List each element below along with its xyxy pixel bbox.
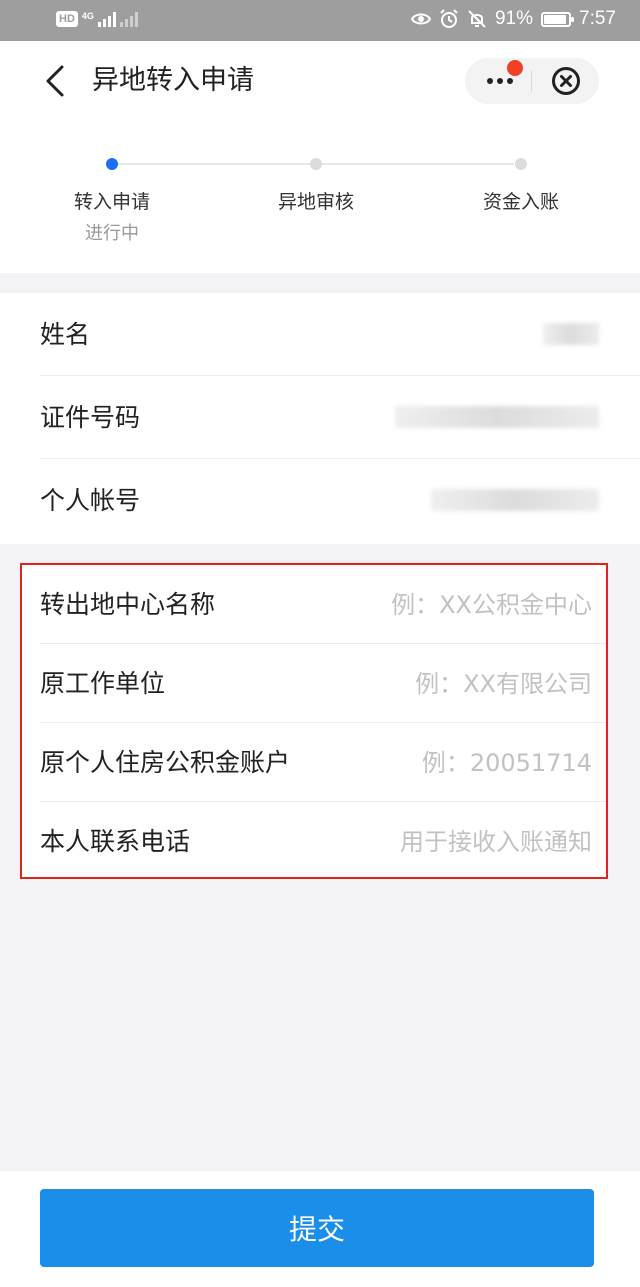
step-label: 转入申请 [73,191,150,213]
step-connector [118,163,310,165]
source-center-input[interactable] [312,585,592,625]
alarm-icon [440,9,458,28]
former-employer-input[interactable] [312,664,592,704]
back-button[interactable] [38,61,72,101]
info-label: 个人帐号 [40,486,141,515]
step-label: 异地审核 [277,191,354,213]
battery-icon [541,11,575,27]
capsule-divider [531,70,532,92]
step-connector [322,163,514,165]
info-row-name: 姓名 [0,293,640,376]
notification-dot [507,60,523,76]
form-label: 转出地中心名称 [40,590,216,619]
battery-fill [544,14,567,24]
step-dot [515,158,527,170]
form-row-source-center[interactable]: 转出地中心名称 [22,565,606,644]
status-bar: HD 4G 91% 7:57 [0,0,640,41]
form-label: 原个人住房公积金账户 [40,748,291,777]
phone-input[interactable] [312,822,592,862]
header-bar: 异地转入申请 [0,41,640,121]
page-title: 异地转入申请 [92,65,254,96]
mute-bell-icon [468,10,486,28]
submit-button[interactable]: 提交 [40,1189,594,1267]
close-circle-icon [552,67,580,95]
more-button[interactable] [465,58,531,104]
more-dots-icon [487,78,513,84]
step-dot [106,158,118,170]
clock-time: 7:57 [579,8,616,29]
network-type: 4G [81,11,94,21]
status-left: HD 4G [56,11,138,27]
form-row-former-account[interactable]: 原个人住房公积金账户 [22,723,606,802]
redacted-value [431,489,599,511]
chevron-left-icon [46,65,64,97]
battery-percent: 91% [494,8,534,29]
info-label: 证件号码 [40,403,141,432]
info-row-account: 个人帐号 [0,459,640,542]
step-label: 资金入账 [482,191,559,213]
info-label: 姓名 [40,320,91,349]
transfer-form: 转出地中心名称 原工作单位 原个人住房公积金账户 本人联系电话 [20,563,608,879]
form-row-former-employer[interactable]: 原工作单位 [22,644,606,723]
form-label: 本人联系电话 [40,827,191,856]
personal-info-section: 姓名 证件号码 个人帐号 [0,293,640,544]
form-label: 原工作单位 [40,669,166,698]
info-row-id-number: 证件号码 [0,376,640,459]
redacted-value [395,406,599,428]
close-button[interactable] [551,66,581,96]
mini-program-capsule [465,58,599,104]
progress-steps: 转入申请 进行中 异地审核 资金入账 [0,121,640,273]
eye-icon [410,13,431,25]
form-row-phone[interactable]: 本人联系电话 [22,802,606,881]
step-status: 进行中 [85,223,139,244]
signal-secondary-icon [119,11,138,27]
footer-bar: 提交 [0,1171,640,1287]
redacted-value [543,323,599,345]
former-account-input[interactable] [312,743,592,783]
hd-badge: HD [56,11,78,27]
step-dot [310,158,322,170]
status-right: 91% 7:57 [410,8,616,30]
signal-icon [97,11,116,27]
